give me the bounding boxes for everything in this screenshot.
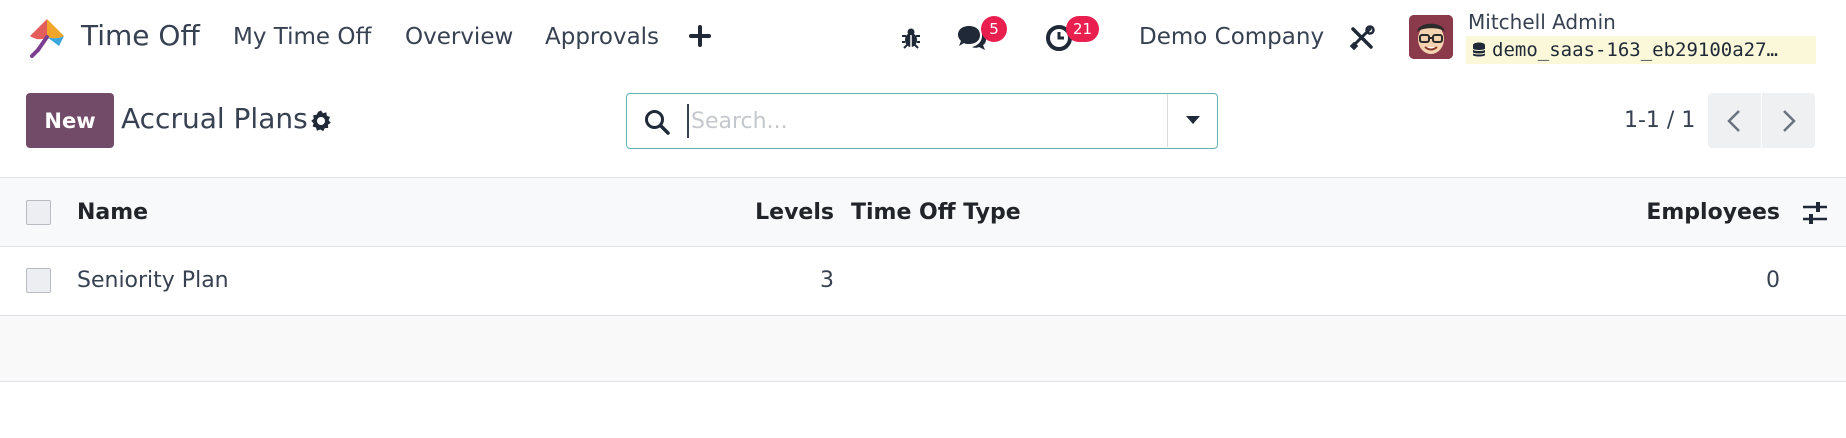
cell-name: Seniority Plan [77, 268, 229, 293]
database-icon [1472, 42, 1486, 57]
database-name: demo_saas-163_eb29100a27… [1492, 39, 1778, 61]
chevron-left-icon [1727, 110, 1740, 132]
column-header-employees[interactable]: Employees [1620, 200, 1780, 225]
database-tag: demo_saas-163_eb29100a27… [1466, 36, 1816, 64]
cell-employees: 0 [1766, 268, 1780, 293]
select-all-checkbox[interactable] [26, 200, 51, 225]
bug-icon[interactable] [899, 26, 923, 50]
list-header: Name Levels Time Off Type Employees [0, 177, 1846, 247]
column-header-time-off-type[interactable]: Time Off Type [851, 200, 1021, 225]
cell-levels: 3 [820, 268, 834, 293]
pager-previous-button[interactable] [1708, 93, 1761, 148]
avatar[interactable] [1409, 15, 1453, 59]
pager-next-button[interactable] [1762, 93, 1815, 148]
column-header-levels[interactable]: Levels [720, 200, 834, 225]
page-title: Accrual Plans [121, 102, 308, 135]
pager-value[interactable]: 1-1 / 1 [1624, 108, 1695, 133]
new-button[interactable]: New [26, 93, 114, 148]
caret-down-icon [1186, 116, 1200, 124]
sliders-icon[interactable] [1801, 199, 1829, 227]
search-options-toggle[interactable] [1167, 94, 1217, 147]
menu-my-time-off[interactable]: My Time Off [233, 24, 371, 50]
search-bar [626, 93, 1218, 149]
menu-overview[interactable]: Overview [405, 24, 513, 50]
menu-approvals[interactable]: Approvals [545, 24, 659, 50]
user-name[interactable]: Mitchell Admin [1468, 10, 1616, 34]
search-input[interactable] [687, 104, 1127, 138]
table-row[interactable]: Seniority Plan 3 0 [0, 247, 1846, 316]
tools-icon[interactable] [1349, 25, 1375, 51]
messages-badge: 5 [981, 16, 1007, 42]
empty-row [0, 316, 1846, 382]
gear-icon[interactable] [309, 109, 333, 133]
row-checkbox[interactable] [26, 268, 51, 293]
app-name[interactable]: Time Off [81, 19, 200, 52]
company-switcher[interactable]: Demo Company [1139, 24, 1324, 50]
avatar-image [1409, 15, 1453, 59]
chevron-right-icon [1783, 110, 1796, 132]
app-logo-icon[interactable] [26, 16, 68, 58]
activities-badge: 21 [1066, 16, 1100, 42]
search-icon[interactable] [643, 108, 671, 136]
plus-icon[interactable] [686, 22, 714, 50]
column-header-name[interactable]: Name [77, 200, 148, 225]
top-navbar: Time Off My Time Off Overview Approvals … [0, 0, 1846, 76]
